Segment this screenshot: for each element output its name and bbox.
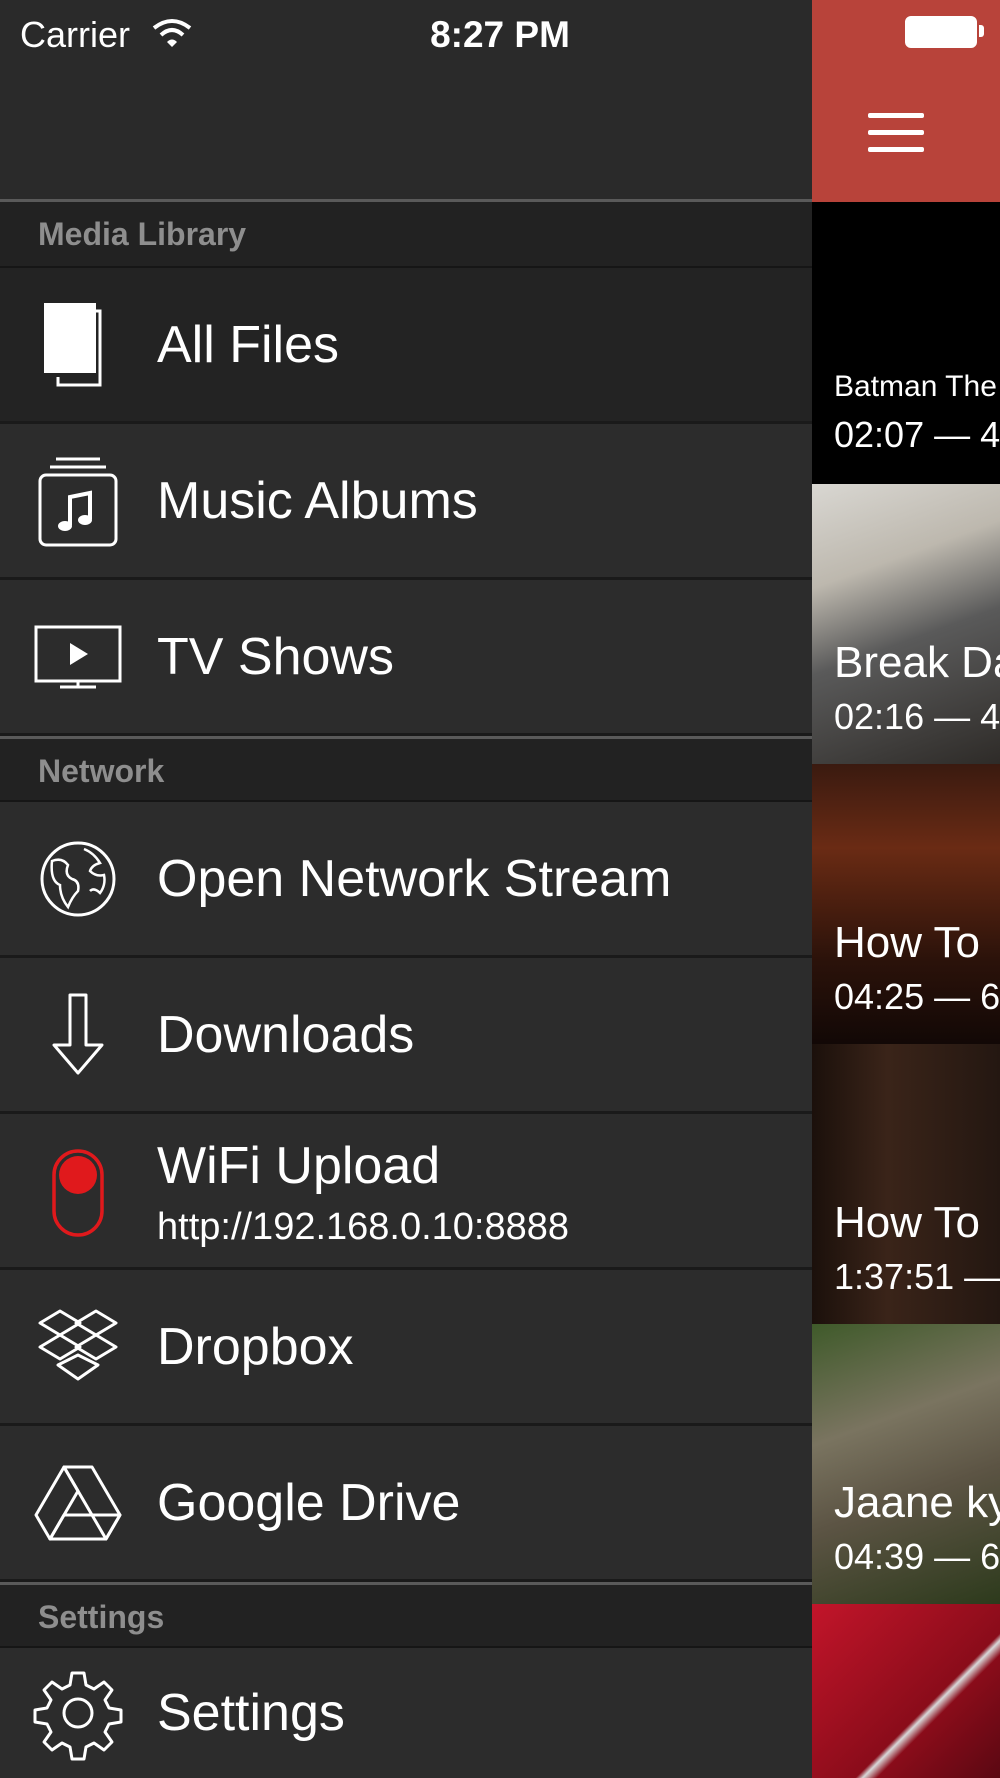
- menu-item-label: Downloads: [157, 1005, 415, 1064]
- section-header-network: Network: [0, 736, 812, 802]
- video-meta: 02:16 — 4: [834, 696, 1000, 737]
- menu-item-label: Open Network Stream: [157, 849, 672, 908]
- menu-item-dropbox[interactable]: Dropbox: [0, 1270, 812, 1426]
- video-meta: 1:37:51 —: [834, 1256, 1000, 1297]
- menu-item-downloads[interactable]: Downloads: [0, 958, 812, 1114]
- side-menu: Media Library All Files Music Albums TV …: [0, 0, 812, 1778]
- status-bar: Carrier 8:27 PM: [0, 0, 1000, 68]
- google-drive-icon: [34, 1465, 122, 1540]
- section-header-media-library: Media Library: [0, 202, 812, 268]
- menu-item-google-drive[interactable]: Google Drive: [0, 1426, 812, 1582]
- battery-icon: [905, 16, 977, 48]
- menu-item-label: Google Drive: [157, 1473, 461, 1532]
- video-title: How To: [834, 918, 980, 967]
- toggle-icon[interactable]: [30, 1143, 126, 1239]
- menu-item-label: Dropbox: [157, 1317, 354, 1376]
- video-item[interactable]: Batman The 02:07 — 4: [812, 202, 1000, 486]
- menu-item-wifi-upload[interactable]: WiFi Upload http://192.168.0.10:8888: [0, 1114, 812, 1270]
- menu-item-tv-shows[interactable]: TV Shows: [0, 580, 812, 736]
- video-title: How To: [834, 1198, 980, 1247]
- dropbox-icon: [38, 1309, 118, 1380]
- menu-item-settings[interactable]: Settings: [0, 1648, 812, 1778]
- video-meta: 04:39 — 6: [834, 1536, 1000, 1577]
- menu-item-label: TV Shows: [157, 627, 394, 686]
- video-title: Break Da: [834, 638, 1000, 687]
- menu-item-label: Music Albums: [157, 471, 478, 530]
- globe-icon: [40, 841, 116, 916]
- video-item[interactable]: How To 04:25 — 6: [812, 764, 1000, 1046]
- clock: 8:27 PM: [430, 14, 570, 55]
- gear-icon: [33, 1671, 123, 1761]
- section-header-settings: Settings: [0, 1582, 812, 1648]
- download-arrow-icon: [52, 993, 104, 1074]
- menu-item-label: Settings: [157, 1684, 345, 1742]
- menu-item-all-files[interactable]: All Files: [0, 268, 812, 424]
- video-item[interactable]: Break Da 02:16 — 4: [812, 484, 1000, 766]
- video-title: Jaane ky: [834, 1478, 1000, 1527]
- wifi-upload-address: http://192.168.0.10:8888: [157, 1206, 570, 1248]
- music-album-icon: [38, 457, 118, 546]
- video-item[interactable]: Jaane ky 04:39 — 6: [812, 1324, 1000, 1606]
- video-meta: 02:07 — 4: [834, 414, 1000, 455]
- menu-item-open-network-stream[interactable]: Open Network Stream: [0, 802, 812, 958]
- video-item[interactable]: How To 1:37:51 —: [812, 1044, 1000, 1326]
- video-list-panel: Batman The 02:07 — 4 Break Da 02:16 — 4 …: [812, 0, 1000, 1778]
- menu-item-label: All Files: [157, 315, 340, 374]
- section-title: Media Library: [38, 216, 247, 252]
- video-title: Batman The: [834, 370, 997, 403]
- section-title: Settings: [38, 1599, 165, 1635]
- video-meta: 04:25 — 6: [834, 976, 1000, 1017]
- files-icon: [44, 302, 102, 386]
- section-title: Network: [38, 753, 165, 789]
- menu-item-label: WiFi Upload: [157, 1137, 441, 1195]
- battery-tip: [979, 25, 984, 37]
- tv-icon: [34, 625, 122, 688]
- video-item[interactable]: [812, 1604, 1000, 1778]
- hamburger-menu-icon[interactable]: [868, 113, 924, 153]
- menu-item-music-albums[interactable]: Music Albums: [0, 424, 812, 580]
